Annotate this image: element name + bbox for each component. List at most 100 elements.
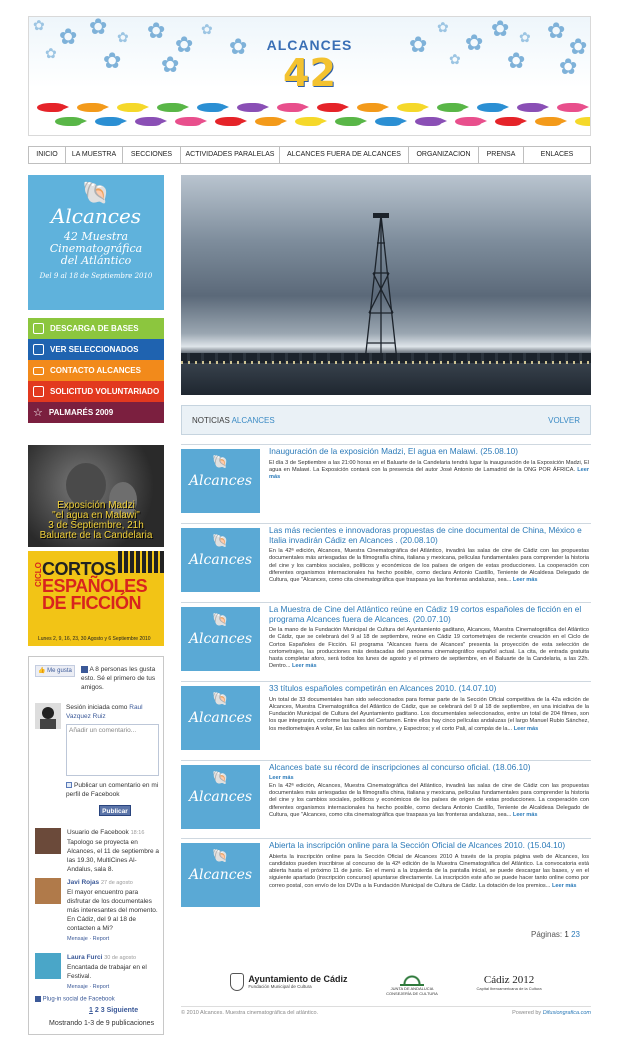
user-avatar[interactable] <box>35 703 61 729</box>
menu-descarga-bases[interactable]: DESCARGA DE BASES <box>28 318 164 339</box>
fish-decoration <box>557 103 589 112</box>
news-pagination: Páginas: 1 23 <box>531 930 580 939</box>
flower-decoration: ✿ <box>519 30 531 46</box>
news-thumbnail[interactable]: 🐚 Alcances <box>181 528 260 592</box>
post-author[interactable]: Usuario de Facebook <box>67 829 129 836</box>
fish-decoration <box>375 117 407 126</box>
page-link-1[interactable]: 1 <box>564 930 568 939</box>
publish-button[interactable]: Publicar <box>99 805 131 816</box>
flower-decoration: ✿ <box>161 53 180 78</box>
news-thumbnail[interactable]: 🐚 Alcances <box>181 843 260 907</box>
nav-alcances-fuera[interactable]: ALCANCES FUERA DE ALCANCES <box>280 147 409 163</box>
fish-decoration <box>495 117 527 126</box>
plugin-label: Plug-in social de Facebook <box>42 996 115 1003</box>
nav-prensa[interactable]: PRENSA <box>479 147 524 163</box>
thumb-brand: Alcances <box>188 710 253 726</box>
flower-decoration: ✿ <box>45 46 57 62</box>
comment-input[interactable]: Añadir un comentario... <box>66 724 159 776</box>
publish-check-label: Publicar un comentario en mi perfil de F… <box>66 782 159 798</box>
news-thumbnail[interactable]: 🐚 Alcances <box>181 449 260 513</box>
nav-inicio[interactable]: INICIO <box>29 147 66 163</box>
comments-page-1[interactable]: 1 <box>89 1007 93 1014</box>
festival-logo[interactable]: ALCANCES 42 <box>267 37 353 93</box>
post-avatar[interactable] <box>35 828 61 854</box>
city-lights <box>181 361 591 364</box>
read-more-link[interactable]: Leer más <box>292 663 317 669</box>
hero-photo <box>181 175 591 395</box>
menu-voluntariado[interactable]: SOLICITUD VOLUNTARIADO <box>28 381 164 402</box>
comments-page-2[interactable]: 2 <box>95 1007 99 1014</box>
news-title[interactable]: Alcances bate su récord de inscripciones… <box>269 762 589 773</box>
news-item: 🐚 Alcances Abierta la inscripción online … <box>181 838 591 918</box>
news-title[interactable]: La Muestra de Cine del Atlántico reúne e… <box>269 604 589 624</box>
fish-decoration <box>215 117 247 126</box>
fish-decoration <box>175 117 207 126</box>
thumb-brand: Alcances <box>188 473 253 489</box>
menu-palmares[interactable]: ☆ PALMARÉS 2009 <box>28 402 164 423</box>
promo-brand: Alcances <box>50 204 142 228</box>
star-icon: ☆ <box>33 406 43 419</box>
checkbox-icon <box>66 782 72 789</box>
comments-page-3[interactable]: 3 <box>101 1007 105 1014</box>
post-date: 27 de agosto <box>100 880 133 886</box>
sponsor-ayuntamiento[interactable]: Ayuntamiento de Cádiz Fundación Municipa… <box>230 973 348 991</box>
news-text: Abierta la inscripción online para la Se… <box>269 853 589 889</box>
news-thumbnail[interactable]: 🐚 Alcances <box>181 765 260 829</box>
news-title[interactable]: Las más recientes e innovadoras propuest… <box>269 525 589 545</box>
sponsor-sub: Fundación Municipal de Cultura <box>248 984 312 989</box>
powered-by[interactable]: Powered by Difusiongrafica.com <box>512 1010 591 1016</box>
news-title[interactable]: 33 títulos españoles competirán en Alcan… <box>269 683 589 694</box>
nav-secciones[interactable]: SECCIONES <box>123 147 181 163</box>
sponsor-junta[interactable]: JUNTA DE ANDALUCIA CONSEJERÍA DE CULTURA <box>386 968 438 996</box>
read-more-link[interactable]: Leer más <box>513 812 538 818</box>
fish-decoration <box>415 117 447 126</box>
comment-post: Usuario de Facebook 18:16 Tapologo se pr… <box>35 828 159 874</box>
nav-organizacion[interactable]: ORGANIZACION <box>409 147 479 163</box>
fish-decoration <box>295 117 327 126</box>
shell-logo-icon: 🐚 <box>212 613 229 628</box>
read-more-link[interactable]: Leer más <box>552 883 577 889</box>
edit-list-icon <box>33 344 44 355</box>
news-thumbnail[interactable]: 🐚 Alcances <box>181 607 260 671</box>
read-more-link[interactable]: Leer más <box>513 577 538 583</box>
publish-profile-checkbox[interactable]: Publicar un comentario en mi perfil de F… <box>66 781 159 799</box>
post-date: 18:16 <box>130 830 145 836</box>
read-more-link[interactable]: Leer más <box>514 726 539 732</box>
post-avatar[interactable] <box>35 953 61 979</box>
menu-contacto[interactable]: CONTACTO ALCANCES <box>28 360 164 381</box>
post-avatar[interactable] <box>35 878 61 904</box>
fish-decoration <box>237 103 269 112</box>
poster-exposicion-madzi[interactable]: Exposición Madzi "el agua en Malawi" 3 d… <box>28 445 164 547</box>
nav-actividades-paralelas[interactable]: ACTIVIDADES PARALELAS <box>181 147 280 163</box>
junta-emblem-icon <box>400 968 424 986</box>
post-actions[interactable]: Mensaje · Report <box>67 935 159 944</box>
post-author[interactable]: Javi Rojas <box>67 879 99 886</box>
back-link[interactable]: VOLVER <box>548 416 580 425</box>
read-more-link[interactable]: Leer más <box>269 775 294 781</box>
nav-enlaces[interactable]: ENLACES <box>524 147 590 163</box>
post-text: El mayor encuentro para disfrutar de los… <box>67 889 158 932</box>
post-date: 30 de agosto <box>104 955 137 961</box>
news-thumbnail[interactable]: 🐚 Alcances <box>181 686 260 750</box>
post-author[interactable]: Laura Furci <box>67 954 102 961</box>
comments-next[interactable]: Siguiente <box>107 1007 139 1014</box>
news-title[interactable]: Inauguración de la exposición Madzi, El … <box>269 446 589 457</box>
fish-decoration <box>117 103 149 112</box>
thumb-brand: Alcances <box>188 867 253 883</box>
sponsor-sub: Capital Iberoamericana de la Cultura <box>476 985 542 991</box>
facebook-like-button[interactable]: 👍 Me gusta <box>35 665 75 677</box>
page-link-3[interactable]: 3 <box>576 930 580 939</box>
likes-text: A 8 personas les gusta esto. Sé el prime… <box>81 666 156 691</box>
menu-ver-seleccionados[interactable]: VER SELECCIONADOS <box>28 339 164 360</box>
sponsor-cadiz-2012[interactable]: Cádiz 2012 Capital Iberoamericana de la … <box>477 974 542 991</box>
social-plugin-label[interactable]: Plug-in social de Facebook <box>35 996 115 1003</box>
poster-ciclo-cortos[interactable]: CICLO CORTOS ESPAÑOLES DE FICCIÓN Lunes … <box>28 551 164 646</box>
festival-promo[interactable]: 🐚 Alcances 42 Muestra Cinematográfica de… <box>28 175 164 310</box>
shell-logo-icon: 🐚 <box>212 534 229 549</box>
nav-la-muestra[interactable]: LA MUESTRA <box>66 147 123 163</box>
news-title[interactable]: Abierta la inscripción online para la Se… <box>269 840 589 851</box>
fish-decoration <box>317 103 349 112</box>
post-actions[interactable]: Mensaje · Report <box>67 983 159 992</box>
shell-logo-icon: 🐚 <box>82 181 110 206</box>
facebook-icon <box>35 996 41 1002</box>
